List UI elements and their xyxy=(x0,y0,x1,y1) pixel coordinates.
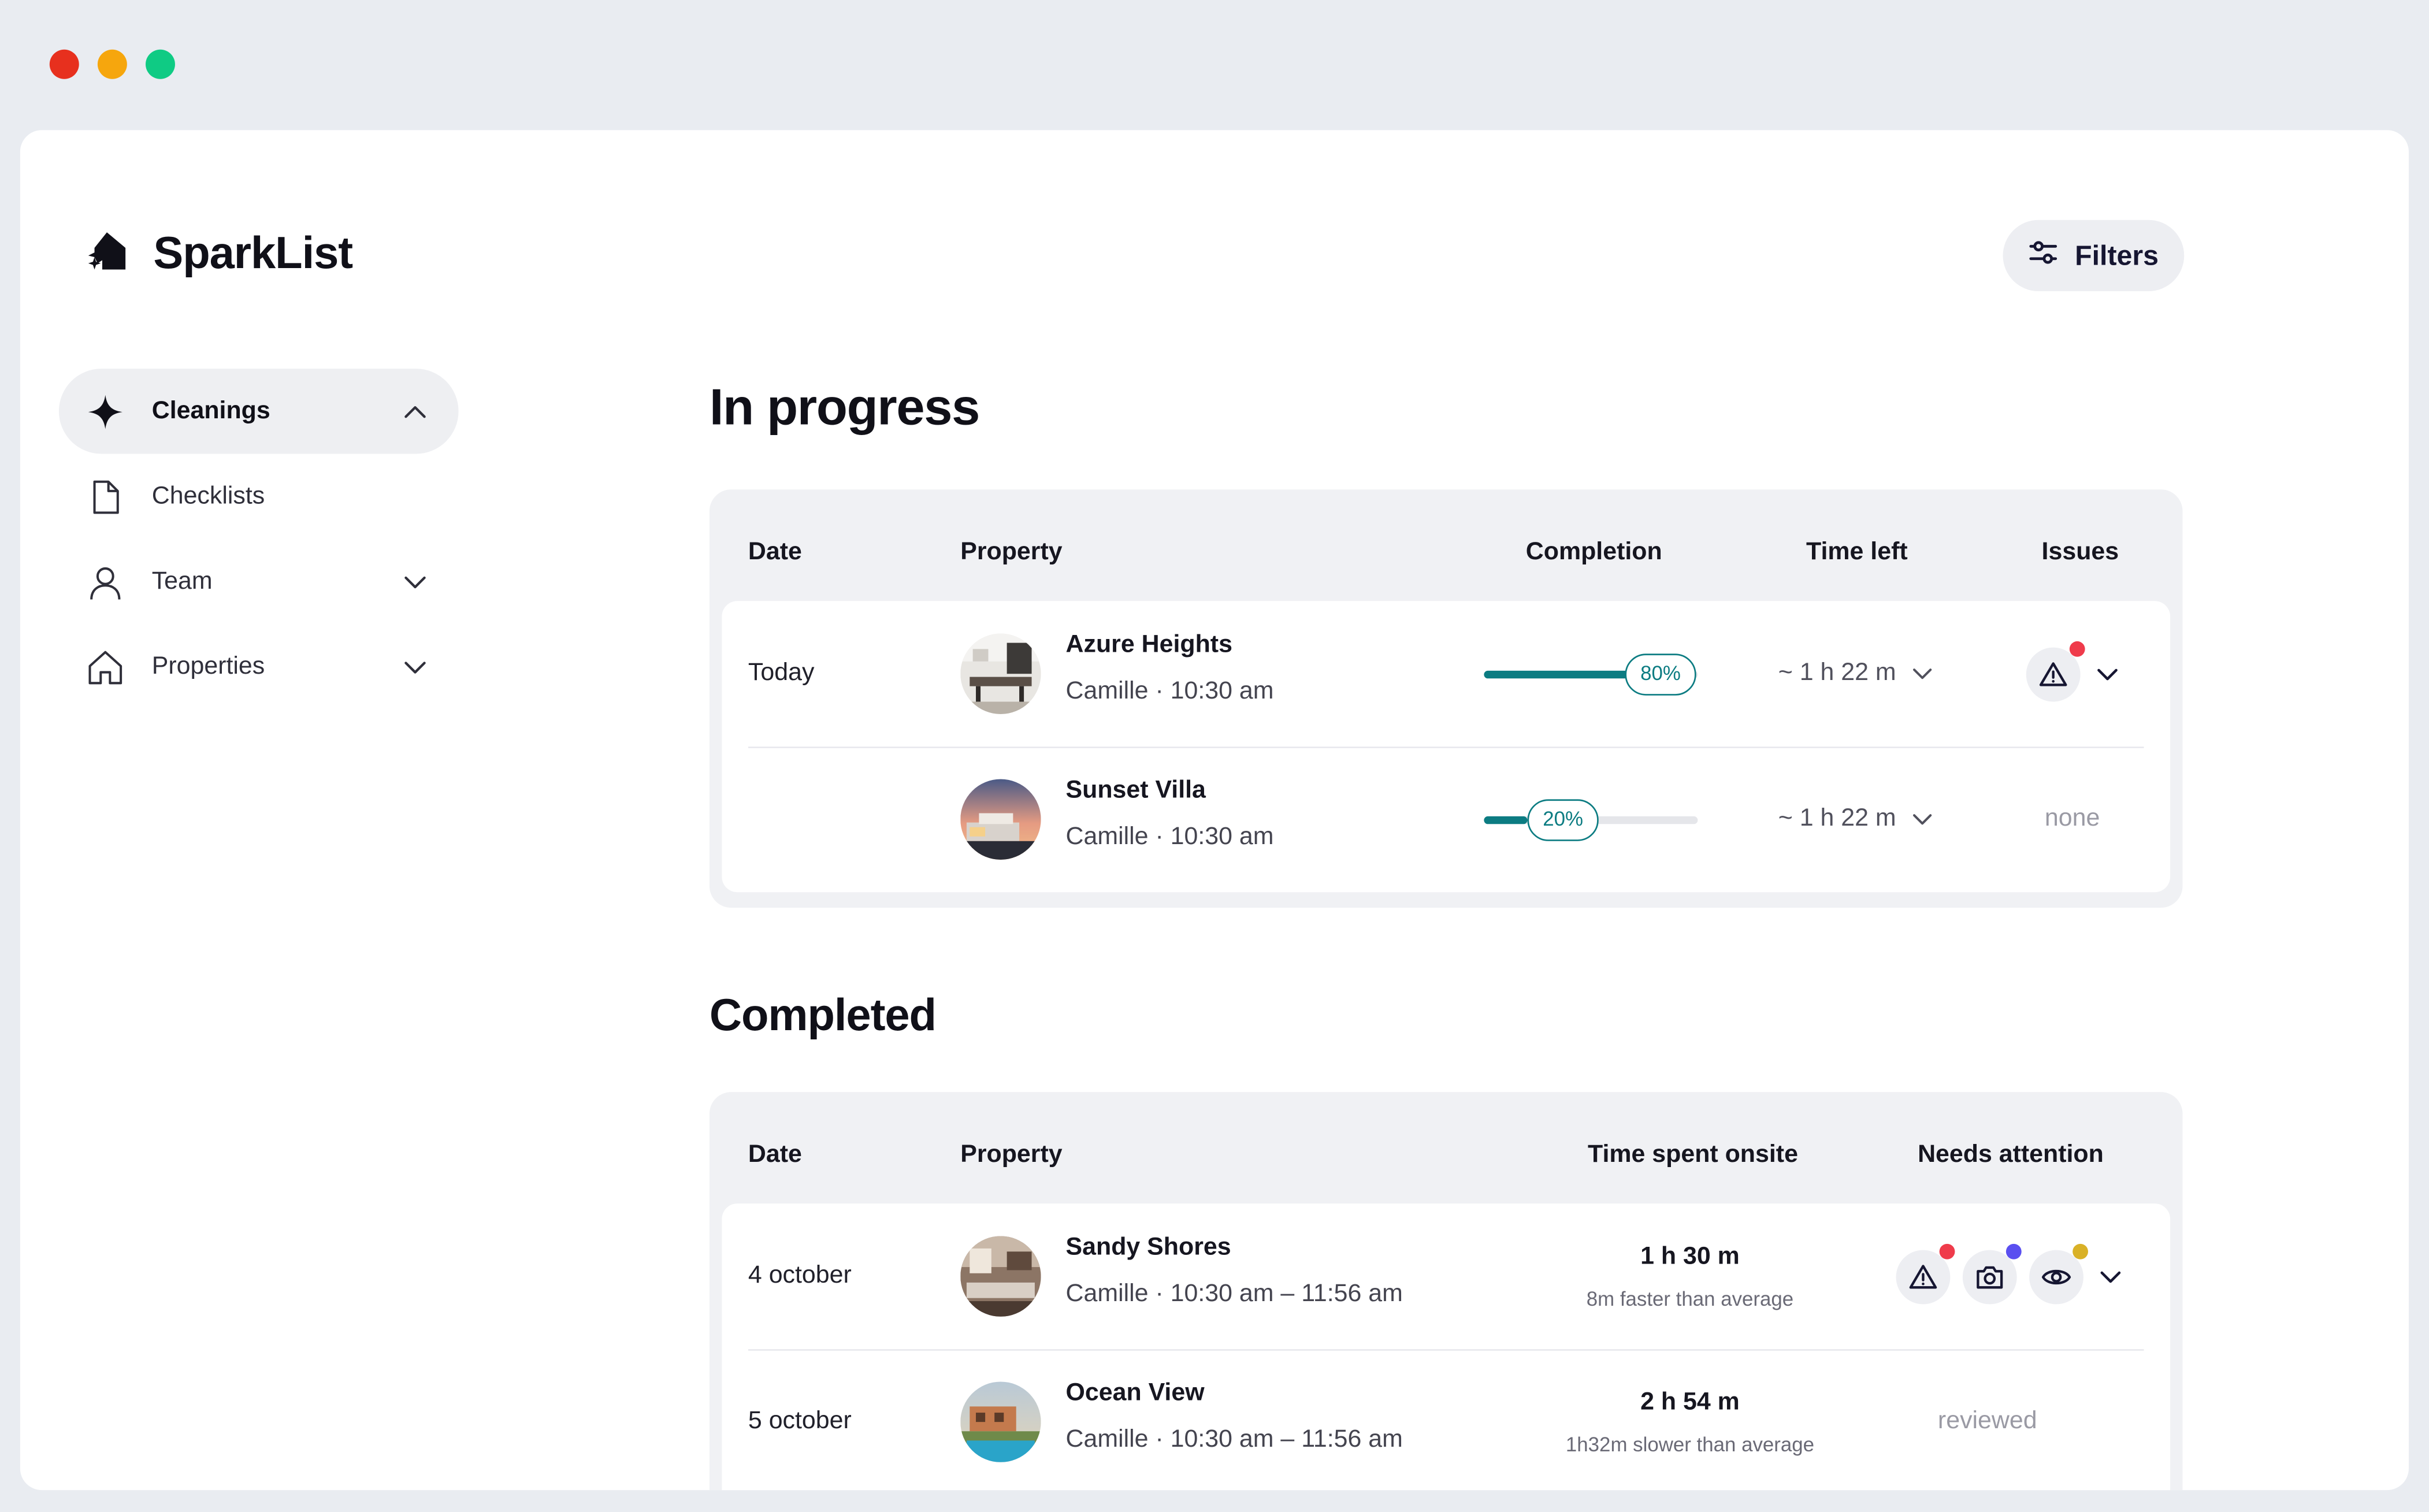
expand-row-chevron-icon[interactable] xyxy=(2096,663,2119,686)
completed-heading: Completed xyxy=(709,991,937,1041)
column-header-date[interactable]: Date xyxy=(748,1092,802,1203)
attention-review-button[interactable] xyxy=(2029,1243,2088,1305)
table-body: Today Azure Heights Camille · 10:30 am 8… xyxy=(722,601,2171,893)
property-info: Sunset Villa Camille · 10:30 am xyxy=(1066,778,1274,852)
property-name[interactable]: Azure Heights xyxy=(1066,632,1274,660)
sidebar-item-label: Properties xyxy=(151,653,265,679)
user-icon xyxy=(87,563,124,600)
close-window-button[interactable] xyxy=(49,49,79,79)
brand[interactable]: SparkList xyxy=(85,229,353,280)
column-header-date[interactable]: Date xyxy=(748,489,802,601)
completion-percent-pill: 20% xyxy=(1527,799,1599,841)
property-name[interactable]: Sunset Villa xyxy=(1066,778,1274,805)
time-spent-value: 2 h 54 m xyxy=(1640,1388,1740,1416)
in-progress-table: Date Property Completion Time left Issue… xyxy=(709,489,2183,908)
time-spent-cell: 1 h 30 m 8m faster than average xyxy=(1535,1203,1845,1349)
table-header: Date Property Completion Time left Issue… xyxy=(710,489,2183,601)
expand-row-chevron-icon[interactable] xyxy=(2099,1265,2122,1288)
property-info: Azure Heights Camille · 10:30 am xyxy=(1066,632,1274,707)
time-spent-comparison: 1h32m slower than average xyxy=(1565,1432,1815,1455)
chevron-down-icon[interactable] xyxy=(403,655,428,679)
sidebar-item-label: Cleanings xyxy=(151,397,270,424)
sidebar-nav: Cleanings Checklists Team Properties xyxy=(58,369,459,709)
property-assignee-time: Camille · 10:30 am – 11:56 am xyxy=(1065,1281,1403,1307)
camera-icon xyxy=(1977,1266,2003,1289)
column-header-completion[interactable]: Completion xyxy=(1526,489,1662,601)
sidebar-item-label: Checklists xyxy=(151,482,265,509)
property-thumbnail xyxy=(960,1203,1041,1349)
issues-none: none xyxy=(2044,805,2100,832)
warning-icon xyxy=(2039,662,2067,686)
property-thumbnail xyxy=(960,746,1041,892)
app-window: SparkList Filters Cleanings Checklists T… xyxy=(20,130,2409,1491)
property-name[interactable]: Ocean View xyxy=(1066,1380,1403,1408)
row-date: 5 october xyxy=(748,1408,852,1435)
column-header-needs-attention[interactable]: Needs attention xyxy=(1918,1092,2104,1203)
table-row[interactable]: Sunset Villa Camille · 10:30 am 20% ~ 1 … xyxy=(722,746,2170,892)
attention-badge xyxy=(1939,1243,1955,1260)
attention-issues-button[interactable] xyxy=(1896,1243,1955,1305)
time-spent-comparison: 8m faster than average xyxy=(1586,1286,1794,1310)
warning-icon xyxy=(1909,1265,1937,1289)
attention-badge xyxy=(2005,1243,2022,1260)
property-name[interactable]: Sandy Shores xyxy=(1066,1235,1403,1262)
brand-name: SparkList xyxy=(153,229,353,279)
sparkle-house-icon xyxy=(85,229,128,280)
time-left-value: ~ 1 h 22 m xyxy=(1778,660,1896,686)
completion-bar-fill xyxy=(1484,816,1527,824)
column-header-issues[interactable]: Issues xyxy=(2042,489,2119,601)
filters-label: Filters xyxy=(2075,239,2159,270)
sidebar-item-cleanings[interactable]: Cleanings xyxy=(58,369,459,454)
column-header-property[interactable]: Property xyxy=(960,1092,1062,1203)
table-row[interactable]: 5 october Ocean View Camille · 10:30 am … xyxy=(722,1349,2170,1490)
minimize-window-button[interactable] xyxy=(97,49,127,79)
chevron-down-icon xyxy=(1913,668,1932,679)
completed-table: Date Property Time spent onsite Needs at… xyxy=(709,1092,2183,1491)
sparkle-icon xyxy=(87,393,124,430)
attention-photos-button[interactable] xyxy=(1962,1243,2022,1305)
property-info: Sandy Shores Camille · 10:30 am – 11:56 … xyxy=(1066,1235,1403,1309)
row-date: 4 october xyxy=(748,1262,852,1289)
table-body: 4 october Sandy Shores Camille · 10:30 a… xyxy=(722,1203,2171,1491)
time-left-value: ~ 1 h 22 m xyxy=(1778,805,1896,832)
property-assignee-time: Camille · 10:30 am – 11:56 am xyxy=(1065,1426,1403,1453)
property-assignee-time: Camille · 10:30 am xyxy=(1065,824,1274,850)
filters-button[interactable]: Filters xyxy=(2003,220,2185,292)
time-left-dropdown[interactable]: ~ 1 h 22 m xyxy=(1778,601,1933,746)
window-controls xyxy=(49,49,175,79)
document-icon xyxy=(87,478,124,515)
property-thumbnail xyxy=(960,1349,1041,1490)
attention-reviewed-status: reviewed xyxy=(1937,1408,2037,1435)
property-thumbnail xyxy=(960,601,1041,746)
chevron-down-icon xyxy=(1913,814,1932,825)
sidebar-item-properties[interactable]: Properties xyxy=(59,624,459,709)
issues-button[interactable] xyxy=(2026,641,2085,702)
house-icon xyxy=(87,648,124,685)
time-spent-value: 1 h 30 m xyxy=(1640,1243,1740,1270)
column-header-time-spent[interactable]: Time spent onsite xyxy=(1588,1092,1798,1203)
sidebar-item-label: Team xyxy=(151,567,213,595)
eye-icon xyxy=(2041,1269,2071,1285)
in-progress-heading: In progress xyxy=(709,378,980,436)
sliders-icon xyxy=(2029,236,2060,275)
column-header-time-left[interactable]: Time left xyxy=(1806,489,1908,601)
time-spent-cell: 2 h 54 m 1h32m slower than average xyxy=(1535,1349,1845,1490)
sidebar-item-team[interactable]: Team xyxy=(59,539,459,624)
chevron-up-icon[interactable] xyxy=(403,399,428,423)
table-header: Date Property Time spent onsite Needs at… xyxy=(710,1092,2183,1203)
zoom-window-button[interactable] xyxy=(146,49,175,79)
time-left-dropdown[interactable]: ~ 1 h 22 m xyxy=(1778,746,1933,892)
app-frame: SparkList Filters Cleanings Checklists T… xyxy=(0,0,2429,1512)
attention-badge xyxy=(2073,1243,2088,1260)
property-assignee-time: Camille · 10:30 am xyxy=(1065,678,1274,705)
table-row[interactable]: 4 october Sandy Shores Camille · 10:30 a… xyxy=(722,1203,2170,1349)
sidebar-item-checklists[interactable]: Checklists xyxy=(59,454,459,539)
issue-badge xyxy=(2069,641,2085,657)
completion-percent-pill: 80% xyxy=(1625,653,1696,696)
chevron-down-icon[interactable] xyxy=(403,569,428,594)
row-date: Today xyxy=(748,660,815,686)
property-info: Ocean View Camille · 10:30 am – 11:56 am xyxy=(1066,1380,1403,1455)
column-header-property[interactable]: Property xyxy=(960,489,1062,601)
table-row[interactable]: Today Azure Heights Camille · 10:30 am 8… xyxy=(722,601,2170,746)
